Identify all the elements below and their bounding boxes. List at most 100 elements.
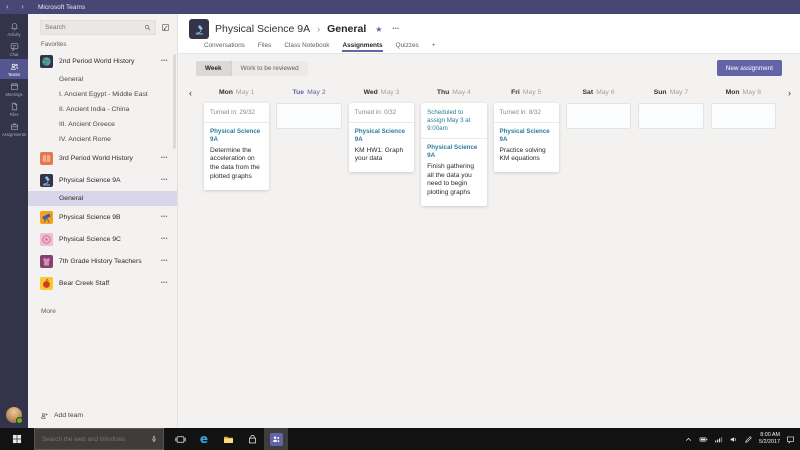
rail-item-meetings[interactable]: Meetings [0, 79, 28, 99]
work-to-be-reviewed-button[interactable]: Work to be reviewed [230, 60, 308, 76]
new-chat-icon[interactable] [161, 23, 170, 32]
tab-assignments[interactable]: Assignments [342, 42, 383, 52]
search-input[interactable] [45, 24, 141, 31]
day-header-mon-may-1: Mon May 1 [218, 89, 255, 96]
empty-day-slot[interactable] [565, 103, 632, 129]
channel-ancient-india[interactable]: II. Ancient India - China [28, 102, 177, 117]
team-name: 2nd Period World History [59, 57, 135, 65]
sidebar-team-physical-science-9a[interactable]: Physical Science 9A ••• [28, 169, 177, 191]
rail-item-label: Activity [7, 31, 21, 37]
empty-day-slot[interactable] [710, 103, 776, 129]
windows-store-icon[interactable] [240, 428, 264, 450]
assignment-card[interactable]: Scheduled to assign May 3 at 9:00am Phys… [421, 103, 487, 207]
add-team-button[interactable]: Add team [28, 405, 177, 428]
channel-ancient-rome[interactable]: IV. Ancient Rome [28, 132, 177, 147]
assignments-toolbar: Week Work to be reviewed New assignment [196, 60, 782, 76]
add-tab-icon[interactable]: + [432, 42, 436, 52]
calendar-day-headers: Mon May 1 Tue May 2 Wed May 3 Thu May 4 Fri M… [204, 89, 776, 96]
channel-general-2nd-period[interactable]: General [28, 72, 177, 87]
tab-class-notebook[interactable]: Class Notebook [284, 42, 329, 52]
more-options-icon[interactable]: ••• [161, 258, 168, 264]
assignment-card[interactable]: Turned in: 29/32 Physical Science 9A Det… [204, 103, 270, 191]
channels-sidebar: Favorites 2nd Period World History ••• G… [28, 14, 178, 428]
week-view-button[interactable]: Week [196, 60, 231, 76]
more-options-icon[interactable]: ••• [392, 26, 399, 32]
taskbar-search-input[interactable] [40, 434, 146, 444]
sidebar-scrollbar[interactable] [173, 54, 176, 149]
add-person-icon [41, 413, 48, 419]
favorite-star-icon[interactable]: ★ [375, 25, 382, 34]
taskbar-search-box[interactable] [34, 428, 164, 450]
sidebar-team-physical-science-9b[interactable]: Physical Science 9B ••• [28, 206, 177, 228]
teams-taskbar-icon[interactable] [264, 428, 288, 450]
rail-item-activity[interactable]: Activity [0, 19, 28, 39]
pen-icon[interactable] [744, 435, 753, 444]
rail-item-files[interactable]: Files [0, 99, 28, 119]
empty-day-slot[interactable] [276, 103, 342, 129]
user-avatar[interactable] [6, 407, 23, 424]
start-button[interactable] [0, 428, 34, 450]
next-week-icon[interactable]: › [788, 88, 791, 98]
rail-item-teams[interactable]: Teams [0, 59, 28, 79]
day-header-sat-may-6: Sat May 6 [582, 89, 615, 96]
sidebar-team-7th-grade-history-teachers[interactable]: 7th Grade History Teachers ••• [28, 250, 177, 272]
channel-ancient-egypt[interactable]: I. Ancient Egypt - Middle East [28, 87, 177, 102]
more-options-icon[interactable]: ••• [161, 177, 168, 183]
more-options-icon[interactable]: ••• [161, 280, 168, 286]
more-options-icon[interactable]: ••• [161, 214, 168, 220]
clock-date: 5/2/2017 [759, 439, 780, 445]
card-title: Practice solving KM equations [499, 146, 546, 163]
edge-browser-icon[interactable]: e [192, 428, 216, 450]
history-nav: ‹ › [0, 3, 30, 11]
assignment-card[interactable]: Turned in: 8/32 Physical Science 9A Prac… [493, 103, 559, 173]
rail-item-chat[interactable]: Chat [0, 39, 28, 59]
tray-chevron-up-icon[interactable] [684, 435, 693, 444]
rail-item-label: Chat [9, 51, 19, 57]
speaker-icon[interactable] [729, 435, 738, 444]
rail-item-label: Teams [7, 71, 21, 77]
task-view-icon[interactable] [168, 428, 192, 450]
previous-week-icon[interactable]: ‹ [189, 88, 192, 98]
teams-people-icon [10, 63, 18, 70]
forward-icon[interactable]: › [21, 3, 24, 11]
breadcrumb-team-name[interactable]: Physical Science 9A [215, 23, 310, 35]
assignment-card[interactable]: Turned in: 0/32 Physical Science 9A KM H… [348, 103, 415, 173]
sidebar-team-3rd-period-world-history[interactable]: 3rd Period World History ••• [28, 147, 177, 169]
sidebar-team-2nd-period-world-history[interactable]: 2nd Period World History ••• [28, 50, 177, 72]
microphone-icon[interactable] [150, 435, 158, 443]
tab-quizzes[interactable]: Quizzes [396, 42, 419, 52]
empty-day-slot[interactable] [638, 103, 704, 129]
card-title: KM HW1: Graph your data [354, 146, 404, 163]
channel-general-physical-science-9a[interactable]: General [28, 191, 177, 206]
tab-conversations[interactable]: Conversations [204, 42, 245, 52]
more-options-icon[interactable]: ••• [161, 236, 168, 242]
taskbar-clock[interactable]: 8:00 AM 5/2/2017 [759, 432, 780, 446]
clock-time: 8:00 AM [760, 431, 780, 438]
network-signal-icon[interactable] [714, 435, 723, 444]
action-center-icon[interactable] [786, 435, 795, 444]
taskbar-app-icons: e [168, 428, 288, 450]
new-assignment-button[interactable]: New assignment [716, 60, 782, 76]
rail-item-assignments[interactable]: Assignments [0, 119, 28, 139]
telescope-icon [40, 210, 53, 224]
day-column-sat-may-6 [565, 103, 632, 129]
more-options-icon[interactable]: ••• [161, 58, 168, 64]
day-header-tue-may-2: Tue May 2 [292, 89, 326, 96]
card-class-name: Physical Science 9A [499, 128, 550, 143]
tab-files[interactable]: Files [258, 42, 272, 52]
view-toggle: Week Work to be reviewed [196, 60, 308, 76]
chat-icon [10, 42, 18, 51]
file-explorer-icon[interactable] [216, 428, 240, 450]
back-icon[interactable]: ‹ [6, 3, 9, 11]
channel-ancient-greece[interactable]: III. Ancient Greece [28, 117, 177, 132]
battery-icon[interactable] [699, 435, 708, 444]
more-options-icon[interactable]: ••• [161, 155, 168, 161]
search-box[interactable] [40, 20, 156, 35]
app-rail: Activity Chat Teams Meetings Files Assig… [0, 14, 28, 428]
microscope-icon [40, 173, 53, 187]
card-status: Turned in: 29/32 [210, 109, 255, 116]
sidebar-team-physical-science-9c[interactable]: Physical Science 9C ••• [28, 228, 177, 250]
more-teams-link[interactable]: More [28, 294, 177, 315]
sidebar-team-bear-creek-staff[interactable]: Bear Creek Staff ••• [28, 272, 177, 294]
day-column-mon-may-1: Turned in: 29/32 Physical Science 9A Det… [204, 103, 270, 191]
